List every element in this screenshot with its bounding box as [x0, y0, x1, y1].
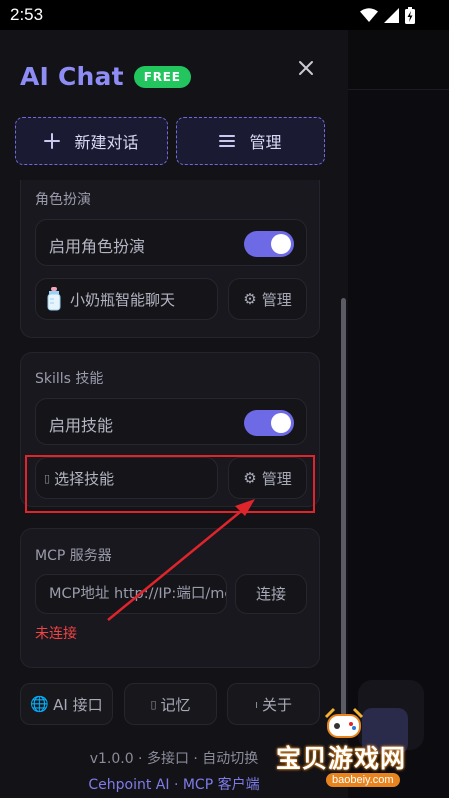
- settings-scroll[interactable]: 角色扮演 启用角色扮演 小奶瓶智能聊天 ⚙ 管理 Skills 技能 启用技能: [0, 180, 348, 680]
- close-button[interactable]: [294, 58, 318, 82]
- mcp-card: MCP 服务器 MCP地址 http://IP:端口/mcp 连接 未连接: [20, 528, 320, 668]
- skills-title: Skills 技能: [35, 371, 104, 387]
- manage-label: 管理: [249, 133, 282, 152]
- ai-api-button[interactable]: 🌐 AI 接口: [20, 683, 113, 725]
- signal-icon: [384, 8, 399, 23]
- toggle-knob: [271, 413, 291, 433]
- role-select-value: 小奶瓶智能聊天: [70, 290, 176, 309]
- role-select[interactable]: 小奶瓶智能聊天: [35, 278, 218, 320]
- roleplay-title: 角色扮演: [35, 192, 91, 208]
- watermark-site-name: 宝贝游戏网: [276, 744, 407, 773]
- wifi-icon: [360, 8, 378, 22]
- status-bar: 2:53: [0, 0, 449, 30]
- mcp-title: MCP 服务器: [35, 548, 112, 564]
- watermark: 宝贝游戏网 baobeiy.com: [272, 705, 449, 798]
- role-manage-label: 管理: [261, 290, 292, 309]
- side-drawer: AI Chat FREE 新建对话 管理 角色扮演 启用角色扮演 小奶瓶智能聊天…: [0, 30, 348, 798]
- background-app-header: [348, 30, 449, 90]
- background-app: [348, 30, 449, 798]
- skills-enable-row[interactable]: 启用技能: [35, 398, 307, 445]
- app-title: AI Chat: [20, 62, 124, 91]
- memory-label: 记忆: [160, 695, 191, 714]
- new-chat-label: 新建对话: [74, 133, 139, 152]
- globe-icon: 🌐: [30, 695, 50, 713]
- status-time: 2:53: [10, 5, 44, 24]
- close-icon: [299, 61, 313, 75]
- roleplay-card: 角色扮演 启用角色扮演 小奶瓶智能聊天 ⚙ 管理: [20, 180, 320, 338]
- annotation-highlight-box: [25, 455, 315, 513]
- mcp-address-input[interactable]: MCP地址 http://IP:端口/mcp: [35, 574, 227, 614]
- manage-button[interactable]: 管理: [176, 117, 325, 165]
- roleplay-toggle[interactable]: [244, 231, 294, 257]
- status-icons: [360, 7, 415, 24]
- free-badge: FREE: [133, 65, 191, 88]
- plus-icon: [44, 133, 61, 149]
- mcp-status: 未连接: [35, 626, 77, 642]
- memory-icon: ▯: [150, 697, 157, 711]
- skills-toggle[interactable]: [244, 410, 294, 436]
- gear-icon: ⚙: [243, 290, 257, 308]
- ai-api-label: AI 接口: [53, 695, 103, 714]
- brand: AI Chat FREE: [20, 62, 191, 91]
- baby-bottle-icon: [47, 287, 61, 311]
- new-chat-button[interactable]: 新建对话: [15, 117, 168, 165]
- mcp-connect-button[interactable]: 连接: [235, 574, 307, 614]
- info-icon: ı: [254, 697, 259, 711]
- skills-enable-label: 启用技能: [49, 416, 114, 435]
- memory-button[interactable]: ▯ 记忆: [124, 683, 217, 725]
- gamepad-logo-icon: [324, 707, 364, 738]
- scrollbar[interactable]: [341, 298, 346, 718]
- toggle-knob: [271, 234, 291, 254]
- role-manage-button[interactable]: ⚙ 管理: [228, 278, 307, 320]
- menu-icon: [219, 135, 236, 147]
- roleplay-enable-label: 启用角色扮演: [49, 237, 146, 256]
- battery-charging-icon: [405, 7, 415, 24]
- watermark-url: baobeiy.com: [326, 773, 400, 787]
- roleplay-enable-row[interactable]: 启用角色扮演: [35, 219, 307, 266]
